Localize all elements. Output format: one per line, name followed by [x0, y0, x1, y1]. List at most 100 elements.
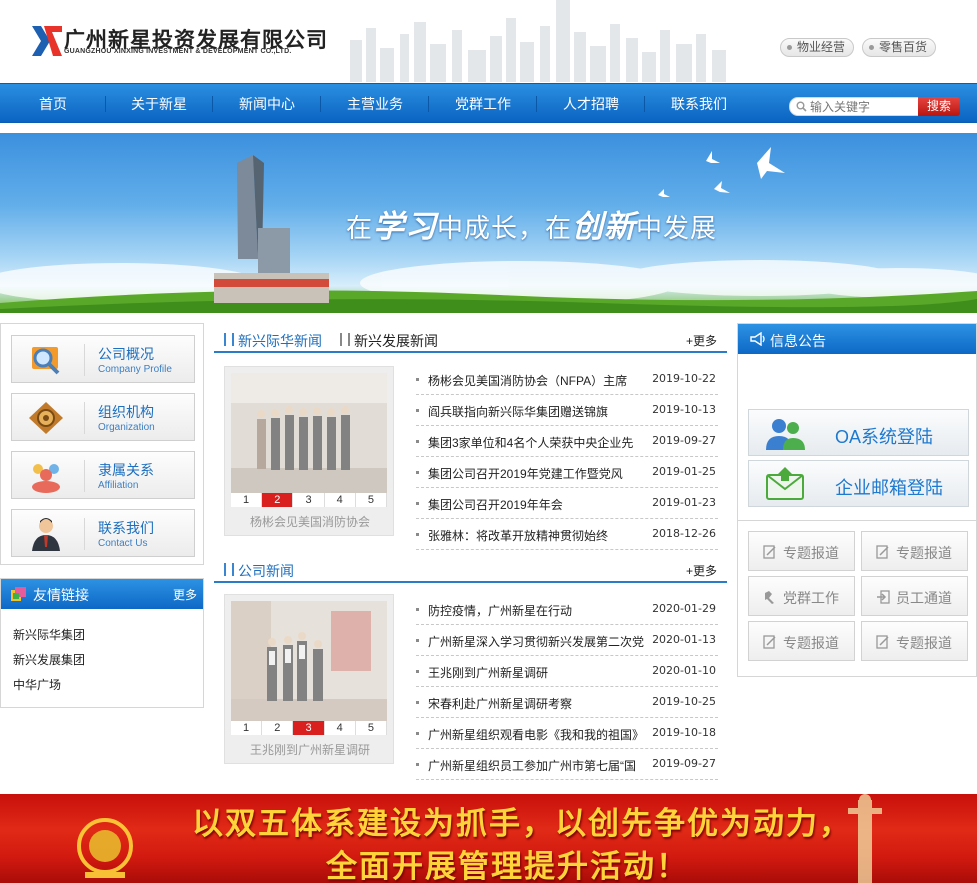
nav-item-business[interactable]: 主营业务	[322, 84, 428, 124]
tab-xinxing-development-news[interactable]: 新兴发展新闻	[340, 331, 438, 351]
pager-page[interactable]: 4	[324, 721, 356, 735]
company-profile-button[interactable]: 公司概况 Company Profile	[11, 335, 195, 383]
pager-page[interactable]: 5	[355, 721, 388, 735]
pager-page[interactable]: 4	[324, 493, 356, 507]
news-date: 2019-10-25	[652, 695, 716, 708]
slideshow-pager: 1 2 3 4 5	[231, 493, 388, 507]
staff-channel-button[interactable]: 员工通道	[861, 576, 968, 616]
email-login-label: 企业邮箱登陆	[835, 478, 943, 498]
nav-item-about[interactable]: 关于新星	[106, 84, 212, 124]
news-title[interactable]: 广州新星组织员工参加广州市第七届“国	[428, 757, 650, 774]
friendly-links-list: 新兴际华集团 新兴发展集团 中华广场	[1, 609, 203, 698]
button-label-cn: 隶属关系	[98, 462, 154, 478]
divider	[738, 520, 976, 521]
slideshow-caption[interactable]: 王兆刚到广州新星调研	[225, 741, 395, 758]
news-title[interactable]: 宋春利赴广州新星调研考察	[428, 695, 650, 712]
contact-us-button[interactable]: 联系我们 Contact Us	[11, 509, 195, 557]
pager-page-active[interactable]: 2	[262, 493, 294, 507]
news-row[interactable]: 广州新星组织观看电影《我和我的祖国》 2019-10-18	[416, 718, 718, 749]
nav-separator	[536, 96, 537, 112]
retail-store-link[interactable]: 零售百货	[862, 38, 937, 57]
news-row[interactable]: 集团公司召开2019年年会 2019-01-23	[416, 488, 718, 519]
pager-page-active[interactable]: 3	[293, 721, 325, 735]
edit-document-icon	[876, 635, 889, 649]
button-label-cn: 联系我们	[98, 520, 154, 536]
friendly-link-item[interactable]: 新兴际华集团	[13, 623, 203, 648]
pager-page[interactable]: 5	[355, 493, 388, 507]
news-photo-image[interactable]	[231, 601, 387, 721]
news-row[interactable]: 广州新星深入学习贯彻新兴发展第二次党 2020-01-13	[416, 625, 718, 656]
special-report-button[interactable]: 专题报道	[861, 531, 968, 571]
news-row[interactable]: 宋春利赴广州新星调研考察 2019-10-25	[416, 687, 718, 718]
news-title[interactable]: 张雅林：将改革开放精神贯彻始终	[428, 527, 650, 544]
pager-page[interactable]: 3	[293, 493, 325, 507]
tab-xinxing-jihua-news[interactable]: 新兴际华新闻	[224, 331, 322, 351]
search-input[interactable]	[810, 99, 914, 114]
news-date: 2019-01-25	[652, 465, 716, 478]
company-info-menu: 公司概况 Company Profile 组织机构 Organization 隶…	[0, 323, 204, 565]
news-row[interactable]: 集团公司召开2019年党建工作暨党风 2019-01-25	[416, 457, 718, 488]
news-date: 2020-01-13	[652, 633, 716, 646]
special-report-button[interactable]: 专题报道	[748, 531, 855, 571]
nav-item-careers[interactable]: 人才招聘	[538, 84, 644, 124]
friendly-link-item[interactable]: 中华广场	[13, 673, 203, 698]
nav-item-contact[interactable]: 联系我们	[646, 84, 752, 124]
friendly-links-more-link[interactable]: 更多	[173, 586, 197, 603]
users-icon	[766, 419, 805, 450]
slideshow-caption[interactable]: 杨彬会见美国消防协会	[225, 513, 395, 530]
news-title[interactable]: 广州新星深入学习贯彻新兴发展第二次党	[428, 633, 650, 650]
news-title[interactable]: 防控疫情，广州新星在行动	[428, 602, 650, 619]
campaign-banner[interactable]: 以双五体系建设为抓手，以创先争优为动力， 全面开展管理提升活动！	[0, 794, 977, 883]
news-title[interactable]: 集团3家单位和4名个人荣获中央企业先	[428, 434, 650, 451]
nav-item-party[interactable]: 党群工作	[430, 84, 536, 124]
nav-separator	[644, 96, 645, 112]
special-report-button[interactable]: 专题报道	[748, 621, 855, 661]
news-title[interactable]: 集团公司召开2019年年会	[428, 496, 650, 513]
edit-document-icon	[876, 545, 889, 559]
company-news-more-link[interactable]: +更多	[686, 562, 717, 579]
news-row[interactable]: 阎兵联指向新兴际华集团赠送锦旗 2019-10-13	[416, 395, 718, 426]
group-news-more-link[interactable]: +更多	[686, 332, 717, 349]
news-row[interactable]: 张雅林：将改革开放精神贯彻始终 2018-12-26	[416, 519, 718, 550]
banner-slogan: 在学习中成长，在创新中发展	[346, 209, 718, 245]
email-login-button[interactable]: 企业邮箱登陆	[748, 460, 969, 507]
pager-page[interactable]: 2	[262, 721, 294, 735]
pager-page[interactable]: 1	[231, 721, 263, 735]
friendly-link-item[interactable]: 新兴发展集团	[13, 648, 203, 673]
news-title[interactable]: 阎兵联指向新兴际华集团赠送锦旗	[428, 403, 650, 420]
news-title[interactable]: 集团公司召开2019年党建工作暨党风	[428, 465, 650, 482]
tab-company-news[interactable]: 公司新闻	[224, 561, 294, 581]
organization-button[interactable]: 组织机构 Organization	[11, 393, 195, 441]
oa-login-label: OA系统登陆	[835, 427, 934, 447]
news-title[interactable]: 王兆刚到广州新星调研	[428, 664, 650, 681]
oa-login-button[interactable]: OA系统登陆	[748, 409, 969, 456]
party-work-button[interactable]: 党群工作	[748, 576, 855, 616]
nav-item-news[interactable]: 新闻中心	[214, 84, 320, 124]
news-row[interactable]: 杨彬会见美国消防协会（NFPA）主席 2019-10-22	[416, 364, 718, 395]
login-arrow-icon	[877, 590, 890, 604]
news-date: 2019-01-23	[652, 496, 716, 509]
special-report-button[interactable]: 专题报道	[861, 621, 968, 661]
colorful-folder-icon	[11, 587, 26, 601]
news-row[interactable]: 防控疫情，广州新星在行动 2020-01-29	[416, 594, 718, 625]
slideshow-pager: 1 2 3 4 5	[231, 721, 388, 735]
news-title[interactable]: 杨彬会见美国消防协会（NFPA）主席	[428, 372, 650, 389]
news-photo-image[interactable]	[231, 373, 387, 493]
party-emblem-icon	[765, 591, 774, 604]
nav-item-home[interactable]: 首页	[0, 84, 106, 124]
pager-page[interactable]: 1	[231, 493, 263, 507]
group-news-header: 新兴际华新闻 新兴发展新闻 +更多	[214, 325, 727, 353]
news-date: 2020-01-29	[652, 602, 716, 615]
affiliation-button[interactable]: 隶属关系 Affiliation	[11, 451, 195, 499]
news-row[interactable]: 王兆刚到广州新星调研 2020-01-10	[416, 656, 718, 687]
property-management-link[interactable]: 物业经营	[780, 38, 855, 57]
news-row[interactable]: 广州新星组织员工参加广州市第七届“国 2019-09-27	[416, 749, 718, 780]
company-news-header: 公司新闻 +更多	[214, 555, 727, 583]
news-date: 2018-12-26	[652, 527, 716, 540]
search-button[interactable]: 搜索	[918, 97, 960, 116]
nav-separator	[320, 96, 321, 112]
quick-link-label: 专题报道	[896, 545, 952, 561]
news-row[interactable]: 集团3家单位和4名个人荣获中央企业先 2019-09-27	[416, 426, 718, 457]
quick-link-label: 员工通道	[896, 590, 952, 606]
news-title[interactable]: 广州新星组织观看电影《我和我的祖国》	[428, 726, 650, 743]
